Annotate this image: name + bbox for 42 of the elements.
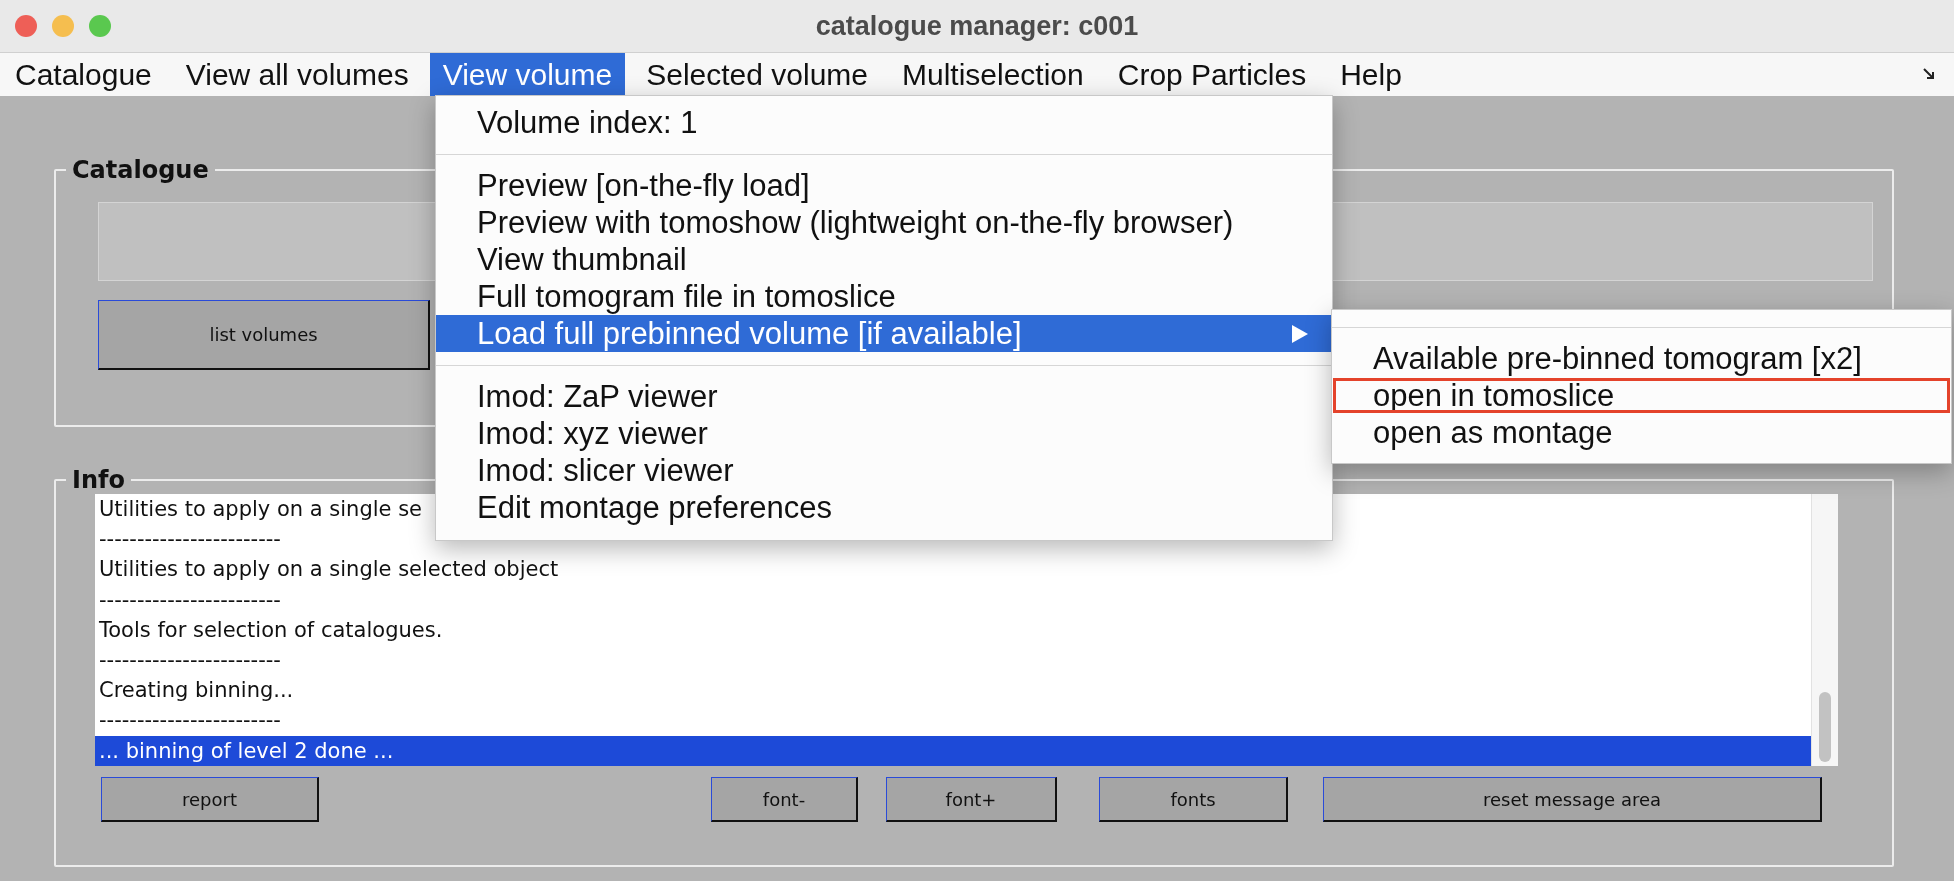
minimize-icon[interactable] [52, 15, 74, 37]
menu-item[interactable]: Preview with tomoshow (lightweight on-the-fly browser) [436, 204, 1332, 241]
message-line[interactable]: ------------------------ [95, 584, 1811, 615]
action-button[interactable]: fonts [1099, 777, 1288, 822]
message-line[interactable]: ------------------------ [95, 705, 1811, 736]
menu-item[interactable]: Edit montage preferences [436, 489, 1332, 526]
menu-title[interactable]: View all volumes [172, 53, 422, 96]
action-button[interactable]: report [101, 777, 319, 822]
menu-item[interactable]: open in tomoslice [1332, 377, 1951, 414]
scrollbar[interactable] [1811, 494, 1838, 766]
menu-title[interactable]: Crop Particles [1104, 53, 1320, 96]
message-line[interactable]: Creating binning... [95, 675, 1811, 706]
menu-title[interactable]: Multiselection [889, 53, 1097, 96]
menu-item[interactable]: Preview [on-the-fly load] [436, 167, 1332, 204]
menu-item[interactable]: Imod: slicer viewer [436, 452, 1332, 489]
action-button[interactable]: font- [711, 777, 858, 822]
menu-title[interactable]: View volume [429, 53, 626, 96]
menu-header: Volume index: 1 [476, 104, 699, 141]
action-button[interactable]: list volumes [98, 300, 430, 370]
menu-item[interactable]: Imod: xyz viewer [436, 415, 1332, 452]
menu-item[interactable]: Imod: ZaP viewer [436, 378, 1332, 415]
menu-item[interactable]: View thumbnail [436, 241, 1332, 278]
menu-title[interactable]: Selected volume [633, 53, 881, 96]
menu-item[interactable]: Full tomogram file in tomoslice [436, 278, 1332, 315]
message-line[interactable]: ------------------------ [95, 644, 1811, 676]
menu-title[interactable]: Catalogue [2, 53, 165, 96]
zoom-icon[interactable] [89, 15, 111, 37]
message-line[interactable]: Utilities to apply on a single selected object [95, 554, 1811, 585]
action-button[interactable]: reset message area [1323, 777, 1822, 822]
resize-arrow-icon[interactable] [1922, 67, 1936, 81]
menu-item[interactable]: open as montage [1332, 414, 1951, 451]
menu-item[interactable]: Load full prebinned volume [if available] [436, 315, 1332, 352]
panel-title: Info [71, 468, 126, 492]
scroll-thumb[interactable] [1819, 692, 1831, 762]
menu-title[interactable]: Help [1327, 53, 1415, 96]
close-icon[interactable] [15, 15, 37, 37]
submenu-arrow-icon [1292, 324, 1308, 343]
window-title: catalogue manager: c001 [815, 10, 1139, 42]
action-button[interactable]: font+ [886, 777, 1057, 822]
panel-title: Catalogue [71, 158, 210, 182]
menu-item[interactable]: Available pre-binned tomogram [x2] [1332, 340, 1951, 377]
message-line[interactable]: Tools for selection of catalogues. [95, 614, 1811, 645]
